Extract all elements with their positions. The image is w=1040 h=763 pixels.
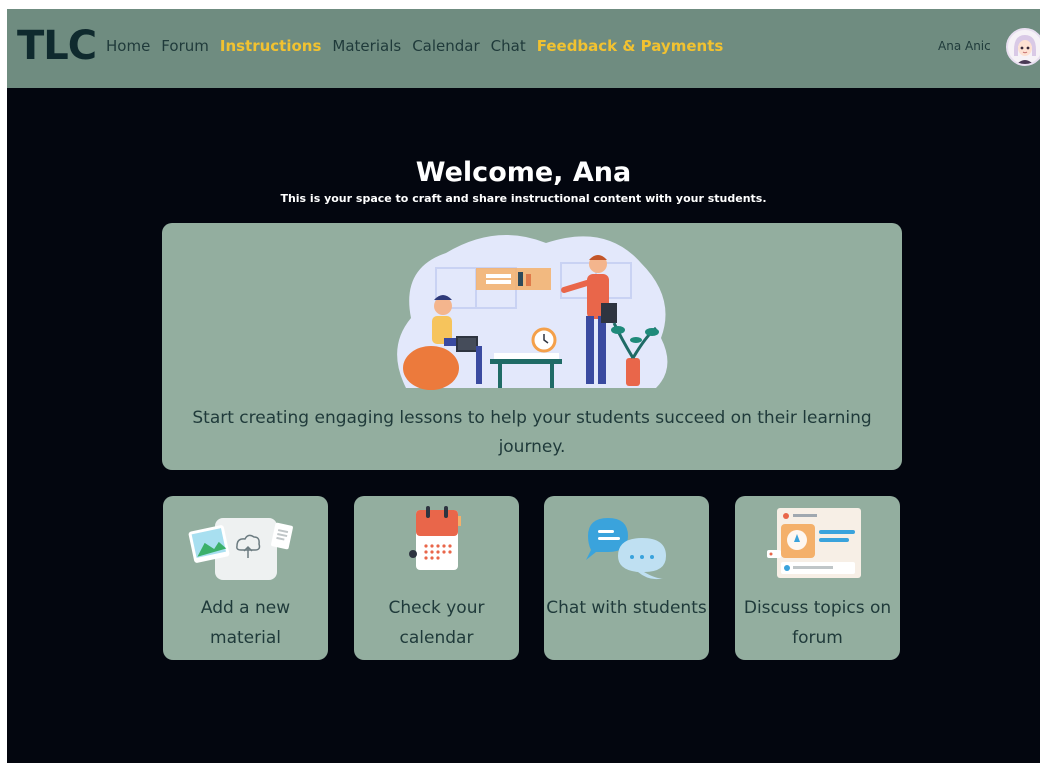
- welcome-title: Welcome, Ana: [415, 157, 632, 188]
- chat-students-card[interactable]: Chat with students: [544, 496, 709, 660]
- card-label: Chat with students: [546, 598, 707, 618]
- card-label: Discuss topics on forum: [743, 598, 892, 648]
- hero-text: Start creating engaging lessons to help …: [192, 408, 872, 457]
- user-avatar-icon[interactable]: [1006, 28, 1040, 66]
- chat-bubbles-icon: [566, 502, 687, 584]
- nav-link-forum[interactable]: Forum: [161, 36, 209, 56]
- welcome-subtitle: This is your space to craft and share in…: [280, 192, 767, 205]
- nav-links: Home Forum Instructions Materials Calend…: [106, 36, 734, 56]
- nav-link-calendar[interactable]: Calendar: [412, 36, 479, 56]
- nav-link-materials[interactable]: Materials: [332, 36, 401, 56]
- user-name[interactable]: Ana Anic: [938, 39, 991, 53]
- check-calendar-card[interactable]: Check your calendar: [354, 496, 519, 660]
- calendar-icon: [376, 502, 497, 584]
- add-material-card[interactable]: Add a new material: [163, 496, 328, 660]
- upload-image-icon: [185, 502, 306, 584]
- card-label: Check your calendar: [388, 598, 485, 648]
- hero-banner: Start creating engaging lessons to help …: [162, 223, 902, 470]
- card-label: Add a new material: [200, 598, 291, 648]
- nav-link-feedback-payments[interactable]: Feedback & Payments: [537, 36, 724, 56]
- navbar: TLC Home Forum Instructions Materials Ca…: [7, 9, 1040, 88]
- discuss-forum-card[interactable]: Discuss topics on forum: [735, 496, 900, 660]
- teacher-student-illustration: [386, 228, 676, 393]
- logo[interactable]: TLC: [17, 23, 97, 69]
- nav-link-home[interactable]: Home: [106, 36, 150, 56]
- forum-post-icon: [757, 502, 878, 584]
- nav-link-chat[interactable]: Chat: [491, 36, 526, 56]
- nav-link-instructions[interactable]: Instructions: [220, 36, 322, 56]
- app-frame: TLC Home Forum Instructions Materials Ca…: [7, 9, 1040, 763]
